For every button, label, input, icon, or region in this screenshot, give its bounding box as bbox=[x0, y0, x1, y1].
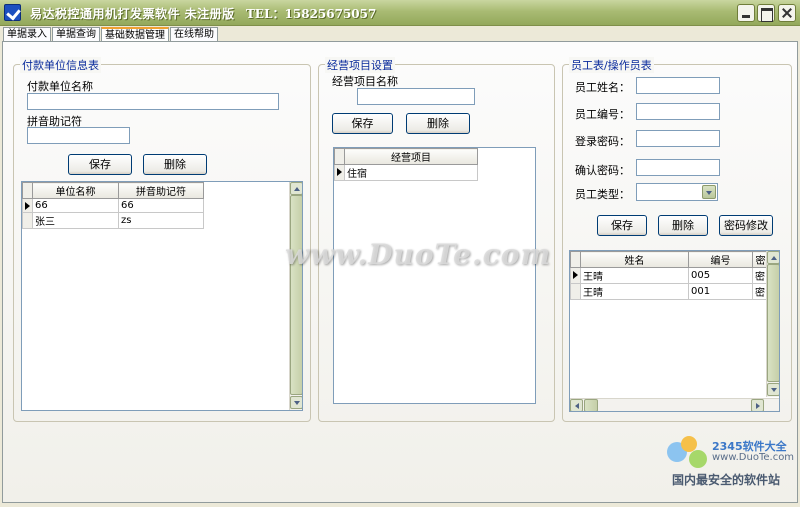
site-logo-icon bbox=[663, 432, 711, 472]
column-header[interactable]: 经营项目 bbox=[344, 148, 478, 165]
staff-name-input[interactable] bbox=[636, 77, 720, 94]
staff-delete-button[interactable]: 删除 bbox=[658, 215, 708, 236]
payer-vertical-scrollbar[interactable] bbox=[289, 182, 302, 410]
row-selector-icon bbox=[334, 164, 345, 181]
business-table-grid: 经营项目 住宿 bbox=[334, 148, 478, 181]
staff-save-button[interactable]: 保存 bbox=[597, 215, 647, 236]
table-cell[interactable]: 王晴 bbox=[580, 267, 689, 284]
business-save-button[interactable]: 保存 bbox=[332, 113, 393, 134]
staff-table[interactable]: 姓名 编号 密 王晴 005 密 王晴 001 密 bbox=[569, 250, 780, 412]
business-name-label: 经营项目名称 bbox=[332, 75, 398, 88]
watermark-text: www.DuoTe.com bbox=[285, 238, 552, 271]
scroll-left-icon[interactable] bbox=[570, 399, 583, 411]
table-row[interactable]: 张三 zs bbox=[22, 212, 204, 229]
scroll-right-icon[interactable] bbox=[751, 399, 764, 411]
app-icon bbox=[4, 4, 21, 21]
maximize-icon[interactable] bbox=[757, 4, 775, 22]
table-cell[interactable]: 王晴 bbox=[580, 283, 689, 300]
row-selector-icon bbox=[570, 267, 581, 284]
scroll-thumb[interactable] bbox=[767, 264, 779, 382]
staff-type-select[interactable] bbox=[636, 183, 718, 201]
table-header-row: 单位名称 拼音助记符 bbox=[22, 182, 204, 199]
contact-phone: TEL：15825675057 bbox=[246, 7, 377, 21]
column-header[interactable]: 拼音助记符 bbox=[118, 182, 204, 199]
horizontal-scroll-thumb[interactable] bbox=[584, 399, 598, 411]
tab-online-help[interactable]: 在线帮助 bbox=[170, 27, 218, 41]
staff-horizontal-scrollbar[interactable] bbox=[570, 398, 779, 411]
staff-name-label: 员工姓名： bbox=[575, 81, 630, 94]
row-selector bbox=[570, 283, 581, 300]
table-cell[interactable]: 66 bbox=[32, 198, 119, 213]
change-password-button[interactable]: 密码修改 bbox=[719, 215, 773, 236]
payer-group: 付款单位信息表 付款单位名称 拼音助记符 保存 删除 单位名称 拼音助记符 66… bbox=[13, 57, 311, 422]
tab-document-query[interactable]: 单据查询 bbox=[52, 27, 100, 41]
table-row[interactable]: 王晴 005 密 bbox=[570, 267, 769, 284]
payer-table[interactable]: 单位名称 拼音助记符 66 66 张三 zs bbox=[21, 181, 303, 411]
staff-type-label: 员工类型： bbox=[575, 188, 630, 201]
close-icon[interactable] bbox=[778, 4, 796, 22]
table-cell[interactable]: 001 bbox=[688, 283, 753, 300]
payer-delete-button[interactable]: 删除 bbox=[143, 154, 207, 175]
tab-basic-data[interactable]: 基础数据管理 bbox=[101, 27, 169, 42]
table-cell[interactable]: zs bbox=[118, 212, 204, 229]
minimize-icon[interactable] bbox=[737, 4, 755, 22]
business-table[interactable]: 经营项目 住宿 bbox=[333, 147, 536, 404]
column-header[interactable]: 编号 bbox=[688, 251, 753, 268]
row-header-corner bbox=[334, 148, 345, 165]
column-header[interactable]: 单位名称 bbox=[32, 182, 119, 199]
scroll-down-icon[interactable] bbox=[290, 396, 302, 409]
row-selector bbox=[22, 212, 33, 229]
business-name-input[interactable] bbox=[357, 88, 475, 105]
staff-password-label: 登录密码： bbox=[575, 135, 630, 148]
table-row[interactable]: 住宿 bbox=[334, 164, 478, 181]
payer-save-button[interactable]: 保存 bbox=[68, 154, 132, 175]
payer-table-grid: 单位名称 拼音助记符 66 66 张三 zs bbox=[22, 182, 204, 229]
site-url: www.DuoTe.com bbox=[712, 452, 795, 463]
staff-password-input[interactable] bbox=[636, 130, 720, 147]
title-bar: 易达税控通用机打发票软件 未注册版 TEL：15825675057 bbox=[0, 0, 800, 26]
scroll-thumb[interactable] bbox=[290, 195, 302, 395]
payer-name-input[interactable] bbox=[27, 93, 279, 110]
chevron-down-icon[interactable] bbox=[702, 185, 716, 199]
table-header-row: 姓名 编号 密 bbox=[570, 251, 769, 268]
staff-vertical-scrollbar[interactable] bbox=[766, 251, 779, 397]
table-header-row: 经营项目 bbox=[334, 148, 478, 165]
business-group-title: 经营项目设置 bbox=[325, 57, 395, 73]
table-cell[interactable]: 张三 bbox=[32, 212, 119, 229]
staff-id-input[interactable] bbox=[636, 103, 720, 120]
payer-name-label: 付款单位名称 bbox=[27, 80, 93, 93]
row-header-corner bbox=[22, 182, 33, 199]
staff-confirm-password-input[interactable] bbox=[636, 159, 720, 176]
business-delete-button[interactable]: 删除 bbox=[406, 113, 470, 134]
row-selector-icon bbox=[22, 198, 33, 213]
scroll-up-icon[interactable] bbox=[767, 251, 779, 264]
scroll-down-icon[interactable] bbox=[767, 383, 779, 396]
table-row[interactable]: 66 66 bbox=[22, 198, 204, 213]
staff-confirm-label: 确认密码： bbox=[575, 164, 630, 177]
window-title: 易达税控通用机打发票软件 未注册版 bbox=[30, 7, 235, 21]
row-header-corner bbox=[570, 251, 581, 268]
payer-group-title: 付款单位信息表 bbox=[20, 57, 101, 73]
staff-id-label: 员工编号： bbox=[575, 108, 630, 121]
staff-group-title: 员工表/操作员表 bbox=[569, 57, 654, 73]
payer-pinyin-input[interactable] bbox=[27, 127, 130, 144]
site-slogan: 国内最安全的软件站 bbox=[672, 473, 781, 487]
table-row[interactable]: 王晴 001 密 bbox=[570, 283, 769, 300]
main-tabs: 单据录入 单据查询 基础数据管理 在线帮助 bbox=[3, 27, 219, 42]
scroll-up-icon[interactable] bbox=[290, 182, 302, 195]
tab-document-entry[interactable]: 单据录入 bbox=[3, 27, 51, 41]
table-cell[interactable]: 住宿 bbox=[344, 164, 478, 181]
staff-group: 员工表/操作员表 员工姓名： 员工编号： 登录密码： 确认密码： 员工类型： 保… bbox=[562, 57, 792, 422]
table-cell[interactable]: 66 bbox=[118, 198, 204, 213]
table-cell[interactable]: 005 bbox=[688, 267, 753, 284]
staff-table-grid: 姓名 编号 密 王晴 005 密 王晴 001 密 bbox=[570, 251, 769, 300]
column-header[interactable]: 姓名 bbox=[580, 251, 689, 268]
